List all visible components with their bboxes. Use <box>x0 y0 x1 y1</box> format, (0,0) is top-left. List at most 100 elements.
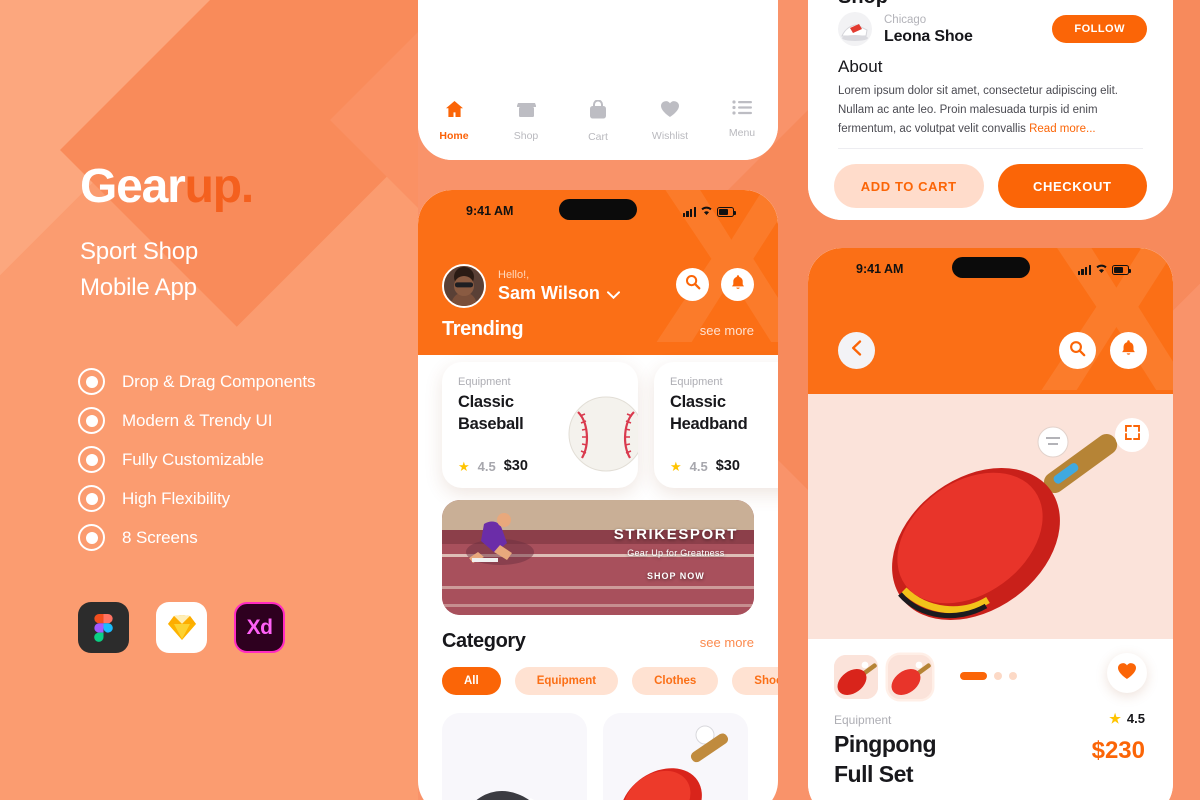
back-button[interactable] <box>838 332 875 369</box>
chevron-down-icon[interactable] <box>606 283 620 304</box>
add-to-cart-button[interactable]: ADD TO CART <box>834 164 984 208</box>
promo-subtitle: Sport Shop Mobile App <box>80 234 198 306</box>
product-name-line-2: Baseball <box>458 415 524 433</box>
list-icon <box>732 100 752 120</box>
product-thumbnail[interactable] <box>834 655 878 699</box>
phone-mockup-shop-detail: Shop Chicago Leona Shoe FOLLOW Abo <box>808 0 1173 220</box>
product-name: Classic Headband <box>670 391 778 435</box>
detail-header-actions <box>1059 332 1147 369</box>
product-footer: ★ 4.5 $30 <box>458 458 528 474</box>
user-name-text: Sam Wilson <box>498 282 600 303</box>
promo-banner[interactable]: STRIKESPORT Gear Up for Greatness SHOP N… <box>442 500 754 615</box>
product-image-baseball <box>560 388 638 480</box>
nav-label: Home <box>439 130 469 142</box>
pagination-dot[interactable] <box>994 672 1002 680</box>
status-bar: 9:41 AM <box>418 190 778 236</box>
category-chip-equipment[interactable]: Equipment <box>514 667 619 695</box>
category-chip-shoes[interactable]: Shoes <box>732 667 778 695</box>
read-more-link[interactable]: Read more... <box>1029 123 1095 135</box>
shop-city: Chicago <box>884 14 927 26</box>
product-thumbnail-selected[interactable] <box>888 655 932 699</box>
product-category: Equipment <box>458 376 511 388</box>
product-card[interactable]: Equipment Classic Headband ★ 4.5 $30 <box>654 362 778 488</box>
product-name-line-2: Full Set <box>834 761 914 787</box>
nav-item-menu[interactable]: Menu <box>706 100 778 139</box>
subtitle-line-1: Sport Shop <box>80 238 199 265</box>
radio-bullet-icon <box>78 485 105 512</box>
see-more-link[interactable]: see more <box>700 323 754 338</box>
nav-item-shop[interactable]: Shop <box>490 100 562 142</box>
section-title: Category <box>442 630 526 652</box>
dynamic-island <box>951 257 1030 278</box>
product-card[interactable]: Equipment Classic Baseball ★ 4.5 $30 <box>442 362 638 488</box>
nav-item-home[interactable]: Home <box>418 100 490 142</box>
search-button[interactable] <box>1059 332 1096 369</box>
notifications-button[interactable] <box>721 268 754 301</box>
expand-icon <box>1124 425 1140 445</box>
status-bar: 9:41 AM <box>808 248 1173 294</box>
nav-item-wishlist[interactable]: Wishlist <box>634 100 706 142</box>
category-chip-clothes[interactable]: Clothes <box>632 667 719 695</box>
phone-mockup-home: X 9:41 AM Hello!, Sam Wilson Trending se… <box>418 190 778 800</box>
heart-icon <box>660 100 680 123</box>
brand-accent-text: up. <box>184 160 255 213</box>
store-icon <box>516 100 536 123</box>
banner-text-block: STRIKESPORT Gear Up for Greatness SHOP N… <box>614 526 738 581</box>
signal-icon <box>1077 265 1091 275</box>
thumbnail-list <box>834 655 932 699</box>
nav-label: Menu <box>728 127 756 139</box>
pagination-dot-active[interactable] <box>960 672 987 680</box>
product-detail-sheet: Equipment Pingpong Full Set ★ 4.5 $230 <box>808 639 1173 800</box>
product-grid-card[interactable] <box>442 713 587 800</box>
follow-button[interactable]: FOLLOW <box>1052 15 1147 44</box>
wishlist-button[interactable] <box>1107 653 1147 693</box>
user-greeting-block[interactable]: Hello!, Sam Wilson <box>442 264 620 308</box>
divider <box>838 148 1143 149</box>
nav-item-cart[interactable]: Cart <box>562 99 634 143</box>
rating-value: 4.5 <box>477 458 496 474</box>
promo-panel: Gearup. Sport Shop Mobile App Drop & Dra… <box>0 0 418 800</box>
radio-bullet-icon <box>78 407 105 434</box>
radio-bullet-icon <box>78 368 105 395</box>
rating-value: 4.5 <box>1126 711 1145 726</box>
banner-cta[interactable]: SHOP NOW <box>614 571 738 581</box>
see-more-link[interactable]: see more <box>700 635 754 650</box>
notifications-button[interactable] <box>1110 332 1147 369</box>
signal-icon <box>682 207 696 217</box>
feature-item: Drop & Drag Components <box>78 362 316 401</box>
banner-title: STRIKESPORT <box>613 526 738 543</box>
expand-button[interactable] <box>1115 418 1149 452</box>
search-icon <box>1069 340 1086 362</box>
checkout-button[interactable]: CHECKOUT <box>997 164 1147 208</box>
feature-item: 8 Screens <box>78 518 315 557</box>
about-title: About <box>838 57 883 76</box>
adobe-xd-logo-icon: Xd <box>234 602 285 653</box>
radio-bullet-icon <box>78 446 105 473</box>
product-grid-card[interactable] <box>603 713 748 800</box>
pagination-dot[interactable] <box>1009 672 1017 680</box>
adobe-xd-label: Xd <box>246 615 273 639</box>
search-button[interactable] <box>676 268 709 301</box>
product-image-headband <box>772 388 778 480</box>
heart-icon <box>1117 662 1137 685</box>
shop-avatar <box>838 12 872 47</box>
feature-item: High Flexibility <box>78 479 315 518</box>
trending-product-row: Equipment Classic Baseball ★ 4.5 $30 Equ… <box>442 362 778 488</box>
figma-logo-icon <box>78 602 129 653</box>
shop-identity[interactable]: Chicago Leona Shoe <box>838 12 973 47</box>
greeting-label: Hello!, <box>498 269 530 282</box>
feature-item: Modern & Trendy UI <box>78 401 315 440</box>
star-icon: ★ <box>1109 711 1121 726</box>
feature-item: Fully Customizable <box>78 440 315 479</box>
product-category: Equipment <box>834 713 892 727</box>
feature-label: 8 Screens <box>122 527 198 547</box>
product-rating: ★ 4.5 <box>1109 711 1145 726</box>
wifi-icon <box>1095 261 1108 279</box>
chevron-left-icon <box>851 340 862 361</box>
wifi-icon <box>700 203 713 221</box>
category-chip-all[interactable]: All <box>442 667 501 695</box>
section-title: Trending <box>442 318 524 340</box>
shop-name: Leona Shoe <box>884 28 973 46</box>
status-time: 9:41 AM <box>856 262 904 276</box>
battery-icon <box>1112 265 1132 275</box>
